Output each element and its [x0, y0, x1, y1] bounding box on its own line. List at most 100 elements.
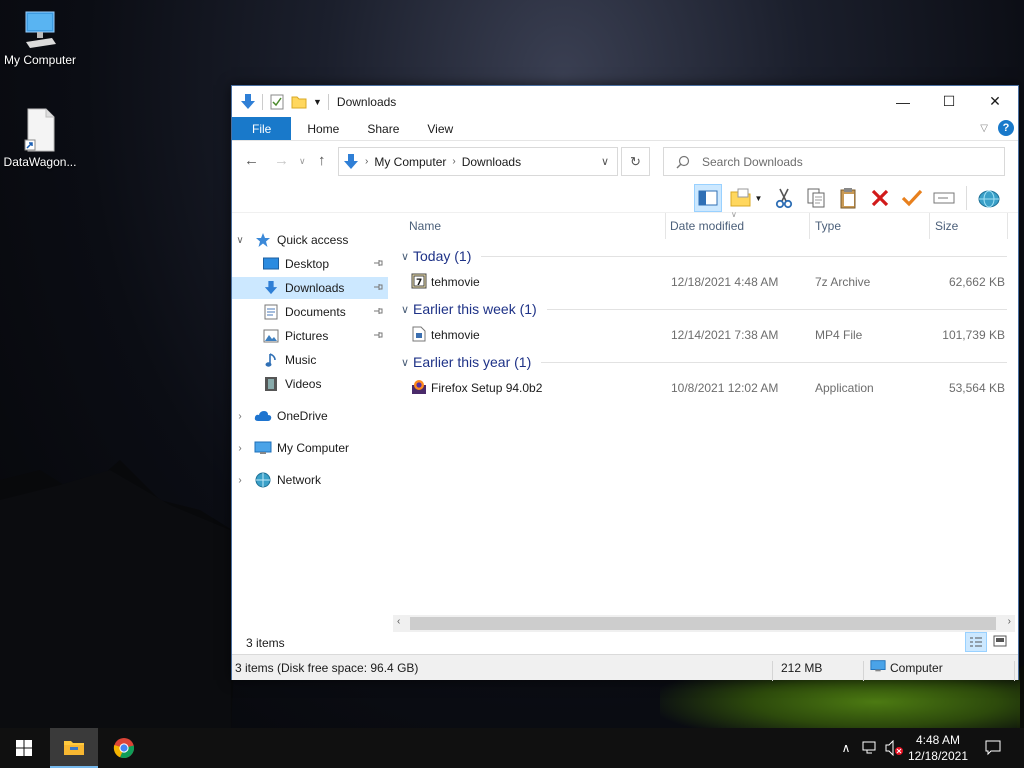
help-icon[interactable]: ?: [998, 120, 1014, 136]
tab-view[interactable]: View: [413, 117, 467, 140]
collapse-chevron-icon[interactable]: ∨: [232, 235, 248, 246]
network-icon: [254, 472, 272, 488]
action-center-button[interactable]: [978, 728, 1008, 768]
documents-icon: [262, 304, 280, 320]
breadcrumb-my-computer[interactable]: My Computer: [374, 155, 446, 169]
address-bar[interactable]: › My Computer › Downloads ∨: [338, 147, 618, 176]
view-toggle: [965, 632, 1010, 652]
status-bar: 3 items (Disk free space: 96.4 GB) 212 M…: [232, 654, 1018, 681]
column-divider[interactable]: [929, 213, 930, 239]
tab-file[interactable]: File: [232, 117, 292, 140]
desktop-icon-my-computer[interactable]: My Computer: [0, 10, 80, 67]
refresh-button[interactable]: ↻: [621, 147, 650, 176]
pin-icon[interactable]: [372, 257, 384, 269]
up-button[interactable]: ↑: [318, 152, 326, 169]
column-header-type[interactable]: Type: [815, 213, 841, 239]
nav-item-downloads[interactable]: Downloads: [232, 277, 388, 299]
file-explorer-icon: [64, 741, 84, 755]
new-folder-icon[interactable]: [291, 94, 307, 110]
collapse-chevron-icon[interactable]: ∨: [397, 356, 413, 369]
globe-icon: [978, 190, 1000, 208]
nav-item-music[interactable]: Music: [232, 349, 388, 371]
address-dropdown-icon[interactable]: ∨: [601, 155, 609, 168]
check-button[interactable]: [898, 184, 926, 212]
film-strip-icon: [262, 376, 280, 392]
nav-item-documents[interactable]: Documents: [232, 301, 388, 323]
scroll-right-arrow-icon[interactable]: ›: [1008, 616, 1011, 627]
column-header-name[interactable]: Name: [409, 213, 441, 239]
search-input[interactable]: Search Downloads: [663, 147, 1005, 176]
recent-locations-icon[interactable]: ∨: [299, 156, 306, 167]
layout-button[interactable]: ▼: [726, 184, 766, 212]
column-header-date-modified[interactable]: Date modified: [670, 213, 744, 239]
monitor-icon: [25, 11, 56, 48]
rename-button[interactable]: [930, 184, 958, 212]
expand-ribbon-icon[interactable]: ▽: [980, 117, 988, 140]
scrollbar-thumb[interactable]: [410, 617, 996, 630]
nav-onedrive[interactable]: › OneDrive: [232, 405, 388, 427]
expand-chevron-icon[interactable]: ›: [232, 411, 248, 422]
file-size: 101,739 KB: [942, 328, 1005, 342]
minimize-button[interactable]: —: [880, 86, 926, 117]
group-label: Earlier this week (1): [413, 301, 537, 317]
taskbar-file-explorer[interactable]: [50, 728, 98, 768]
delete-x-icon: [871, 189, 889, 207]
group-header-today[interactable]: ∨ Today (1): [397, 245, 1007, 267]
horizontal-scrollbar[interactable]: ‹ ›: [393, 615, 1015, 632]
taskbar-chrome[interactable]: [100, 728, 148, 768]
tab-home[interactable]: Home: [291, 117, 353, 140]
nav-network[interactable]: › Network: [232, 469, 388, 491]
maximize-button[interactable]: ☐: [926, 86, 972, 117]
collapse-chevron-icon[interactable]: ∨: [397, 303, 413, 316]
large-icons-view-button[interactable]: [990, 632, 1010, 650]
forward-button[interactable]: →: [274, 152, 289, 169]
show-hidden-icons-button[interactable]: ∧: [836, 728, 856, 768]
breadcrumb-downloads[interactable]: Downloads: [462, 155, 521, 169]
copy-button[interactable]: [802, 184, 830, 212]
tab-share[interactable]: Share: [353, 117, 413, 140]
back-button[interactable]: ←: [244, 152, 259, 169]
nav-my-computer[interactable]: › My Computer: [232, 437, 388, 459]
volume-tray-icon[interactable]: [884, 728, 906, 768]
expand-chevron-icon[interactable]: ›: [232, 475, 248, 486]
expand-chevron-icon[interactable]: ›: [232, 443, 248, 454]
paste-button[interactable]: [834, 184, 862, 212]
column-divider[interactable]: [809, 213, 810, 239]
checkmark-icon: [901, 189, 923, 207]
network-tray-icon[interactable]: [860, 728, 882, 768]
desktop-icon-datawagon[interactable]: DataWagon...: [0, 108, 80, 169]
column-divider[interactable]: [1007, 213, 1008, 239]
search-icon: [676, 155, 690, 168]
details-view-button[interactable]: [965, 632, 987, 652]
group-header-earlier-this-week[interactable]: ∨ Earlier this week (1): [397, 298, 1007, 320]
title-bar[interactable]: ▼ Downloads — ☐ ✕: [232, 86, 1018, 117]
nav-item-videos[interactable]: Videos: [232, 373, 388, 395]
close-button[interactable]: ✕: [972, 86, 1018, 117]
windows-logo-icon: [16, 740, 32, 756]
cut-button[interactable]: [770, 184, 798, 212]
file-date: 12/14/2021 7:38 AM: [671, 328, 779, 342]
column-header-size[interactable]: Size: [935, 213, 958, 239]
file-row[interactable]: 7 tehmovie 12/18/2021 4:48 AM 7z Archive…: [397, 271, 1007, 293]
properties-icon[interactable]: [269, 94, 285, 110]
pin-icon[interactable]: [372, 329, 384, 341]
system-clock[interactable]: 4:48 AM 12/18/2021: [908, 732, 968, 764]
nav-item-pictures[interactable]: Pictures: [232, 325, 388, 347]
column-divider[interactable]: [665, 213, 666, 239]
qat-dropdown-icon[interactable]: ▼: [313, 97, 322, 107]
scroll-left-arrow-icon[interactable]: ‹: [397, 616, 400, 627]
folder-options-icon: [730, 188, 751, 207]
search-placeholder: Search Downloads: [702, 154, 803, 169]
delete-button[interactable]: [866, 184, 894, 212]
file-row[interactable]: Firefox Setup 94.0b2 10/8/2021 12:02 AM …: [397, 377, 1007, 399]
nav-quick-access[interactable]: ∨ Quick access: [232, 229, 388, 251]
start-button[interactable]: [0, 728, 48, 768]
globe-button[interactable]: [975, 184, 1003, 212]
collapse-chevron-icon[interactable]: ∨: [397, 250, 413, 263]
nav-item-desktop[interactable]: Desktop: [232, 253, 388, 275]
file-row[interactable]: tehmovie 12/14/2021 7:38 AM MP4 File 101…: [397, 324, 1007, 346]
group-header-earlier-this-year[interactable]: ∨ Earlier this year (1): [397, 351, 1007, 373]
pin-icon[interactable]: [372, 305, 384, 317]
pin-icon[interactable]: [372, 281, 384, 293]
preview-pane-button[interactable]: [694, 184, 722, 212]
